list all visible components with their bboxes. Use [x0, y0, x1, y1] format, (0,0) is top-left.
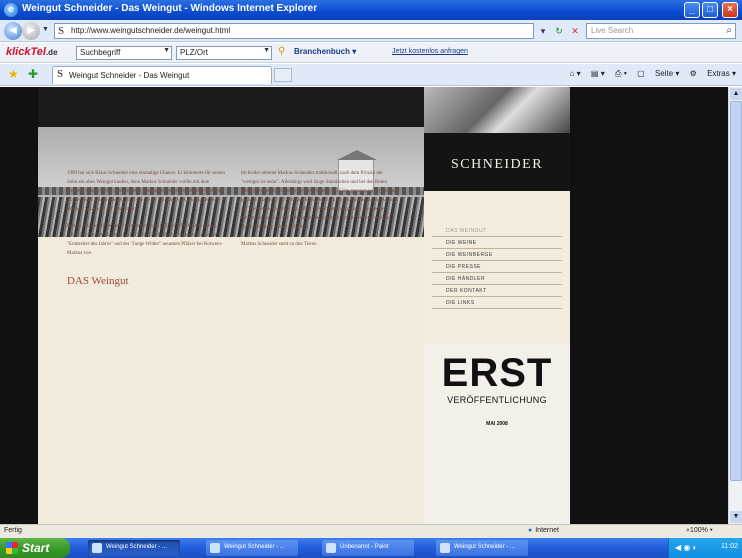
- paragraph: 1990 bot sich Klaus Schneider eine einma…: [67, 171, 225, 212]
- website-canvas: SCHNEIDER DAS WEINGUT DIE WEINE DIE WEIN…: [38, 87, 570, 524]
- nav-item-haendler[interactable]: DIE HÄNDLER: [432, 273, 562, 285]
- site-favicon-icon: S: [58, 25, 65, 37]
- promo-title: ERST: [441, 351, 553, 395]
- article-column-right: Im Keller arbeitet Markus Schneider trad…: [241, 169, 399, 257]
- window-titlebar: e Weingut Schneider - Das Weingut - Wind…: [0, 0, 742, 20]
- nav-item-kontakt[interactable]: DER KONTAKT: [432, 285, 562, 297]
- print-icon[interactable]: ⎙ ▾: [615, 69, 627, 78]
- tools-menu[interactable]: ⚙ Extras ▾: [690, 69, 736, 78]
- header-black-band: [38, 87, 424, 127]
- new-tab-button[interactable]: [274, 68, 292, 82]
- nav-item-links[interactable]: DIE LINKS: [432, 297, 562, 309]
- nav-item-weingut[interactable]: DAS WEINGUT: [432, 225, 562, 237]
- erst-promo-banner[interactable]: ERST VERÖFFENTLICHUNG MAI 2008: [424, 343, 570, 524]
- paragraph: Markus Schneider steht zu den Tieren: [241, 242, 317, 247]
- globe-icon: ●: [528, 527, 533, 534]
- search-placeholder: Live Search: [591, 26, 634, 35]
- taskbar-button[interactable]: Weingut Schneider - ...: [88, 540, 180, 556]
- add-favorites-icon[interactable]: ✚: [28, 67, 38, 81]
- taskbar-button[interactable]: Unbenannt - Paint: [322, 540, 414, 556]
- status-bar: Fertig ● Internet ⌕100% ▾: [0, 524, 742, 538]
- forward-button[interactable]: ▶: [22, 22, 40, 40]
- tab-row: ★ ✚ S Weingut Schneider - Das Weingut ⌂ …: [0, 64, 742, 86]
- toolbar-link[interactable]: Jetzt kostenlos anfragen: [392, 48, 468, 55]
- scroll-up-icon[interactable]: ▲: [730, 88, 742, 100]
- page-menu[interactable]: ▢ Seite ▾: [637, 69, 679, 78]
- windows-flag-icon: [6, 542, 18, 554]
- nav-item-weine[interactable]: DIE WEINE: [432, 237, 562, 249]
- paint-icon: [326, 543, 336, 553]
- system-tray: ◀ ◉ ◐ 11:02: [668, 538, 742, 558]
- klicktel-logo[interactable]: klickTel.de: [6, 46, 58, 58]
- address-url: http://www.weingutschneider.de/weingut.h…: [71, 26, 231, 35]
- chevron-down-icon: ▼: [263, 47, 270, 54]
- security-zone: ● Internet: [528, 527, 559, 534]
- address-dropdown-icon[interactable]: ▾: [536, 24, 550, 38]
- feeds-icon[interactable]: ▤ ▾: [591, 69, 605, 78]
- nav-item-presse[interactable]: DIE PRESSE: [432, 261, 562, 273]
- command-bar: ⌂ ▾ ▤ ▾ ⎙ ▾ ▢ Seite ▾ ⚙ Extras ▾: [562, 69, 736, 79]
- clock[interactable]: 11:02: [721, 543, 738, 550]
- vertical-scrollbar[interactable]: ▲ ▼: [728, 87, 742, 524]
- promo-subtitle: VERÖFFENTLICHUNG: [447, 395, 547, 405]
- minimize-button[interactable]: _: [684, 2, 700, 18]
- status-text: Fertig: [4, 527, 22, 534]
- klicktel-toolbar: klickTel.de Suchbegriff ▼ PLZ/Ort ▼ ⚲ Bran…: [0, 43, 742, 63]
- close-button[interactable]: ×: [722, 2, 738, 18]
- toolbar-location-select[interactable]: PLZ/Ort ▼: [176, 46, 272, 60]
- ie-icon: [92, 543, 102, 553]
- home-icon[interactable]: ⌂ ▾: [570, 69, 581, 78]
- stop-icon[interactable]: ✕: [568, 24, 582, 38]
- scroll-down-icon[interactable]: ▼: [730, 511, 742, 523]
- site-nav-menu: DAS WEINGUT DIE WEINE DIE WEINBERGE DIE …: [424, 191, 570, 343]
- branchenbuch-button[interactable]: Branchenbuch ▾: [294, 47, 356, 56]
- page-viewport: SCHNEIDER DAS WEINGUT DIE WEINE DIE WEIN…: [0, 87, 742, 524]
- refresh-icon[interactable]: ↻: [552, 24, 566, 38]
- ie-icon: [440, 543, 450, 553]
- paragraph: Bereits 2003 wurde er zum "Newcomer" vom…: [67, 224, 223, 256]
- search-icon[interactable]: ⌕: [726, 25, 732, 36]
- favorites-star-icon[interactable]: ★: [8, 67, 19, 81]
- toolbar-search-icon[interactable]: ⚲: [278, 46, 285, 57]
- nav-item-weinberge[interactable]: DIE WEINBERGE: [432, 249, 562, 261]
- internet-explorer-icon: e: [4, 3, 18, 17]
- maximize-button[interactable]: □: [702, 2, 718, 18]
- start-button[interactable]: Start: [0, 538, 70, 558]
- back-button[interactable]: ◀: [4, 22, 22, 40]
- site-favicon-icon: S: [57, 68, 64, 80]
- windows-taskbar: Start Weingut Schneider - ... Weingut Sc…: [0, 538, 742, 558]
- page-title: DAS Weingut: [67, 275, 129, 287]
- tray-icons[interactable]: ◀ ◉ ◐: [675, 543, 697, 552]
- taskbar-button[interactable]: Weingut Schneider - ...: [436, 540, 528, 556]
- paragraph: Im Keller arbeitet Markus Schneider trad…: [241, 171, 397, 230]
- chevron-down-icon: ▼: [163, 47, 170, 54]
- main-content: DAS Weingut: [38, 237, 424, 524]
- site-logo[interactable]: SCHNEIDER: [424, 133, 570, 191]
- address-input[interactable]: S http://www.weingutschneider.de/weingut…: [54, 23, 534, 39]
- ie-icon: [210, 543, 220, 553]
- promo-date: MAI 2008: [486, 421, 508, 427]
- toolbar-search-term-select[interactable]: Suchbegriff ▼: [76, 46, 172, 60]
- address-bar-row: ◀ ▶ ▼ S http://www.weingutschneider.de/w…: [0, 20, 742, 42]
- scroll-thumb[interactable]: [730, 101, 742, 481]
- window-title: Weingut Schneider - Das Weingut - Window…: [22, 3, 318, 14]
- tab-title: Weingut Schneider - Das Weingut: [69, 71, 190, 80]
- tab-active[interactable]: S Weingut Schneider - Das Weingut: [52, 66, 272, 84]
- header-photo: [424, 87, 570, 133]
- article-column-left: 1990 bot sich Klaus Schneider eine einma…: [67, 169, 225, 266]
- taskbar-button[interactable]: Weingut Schneider - ...: [206, 540, 298, 556]
- zoom-level[interactable]: ⌕100% ▾: [686, 527, 713, 535]
- search-input[interactable]: Live Search ⌕: [586, 23, 736, 39]
- history-dropdown-icon[interactable]: ▼: [42, 26, 49, 33]
